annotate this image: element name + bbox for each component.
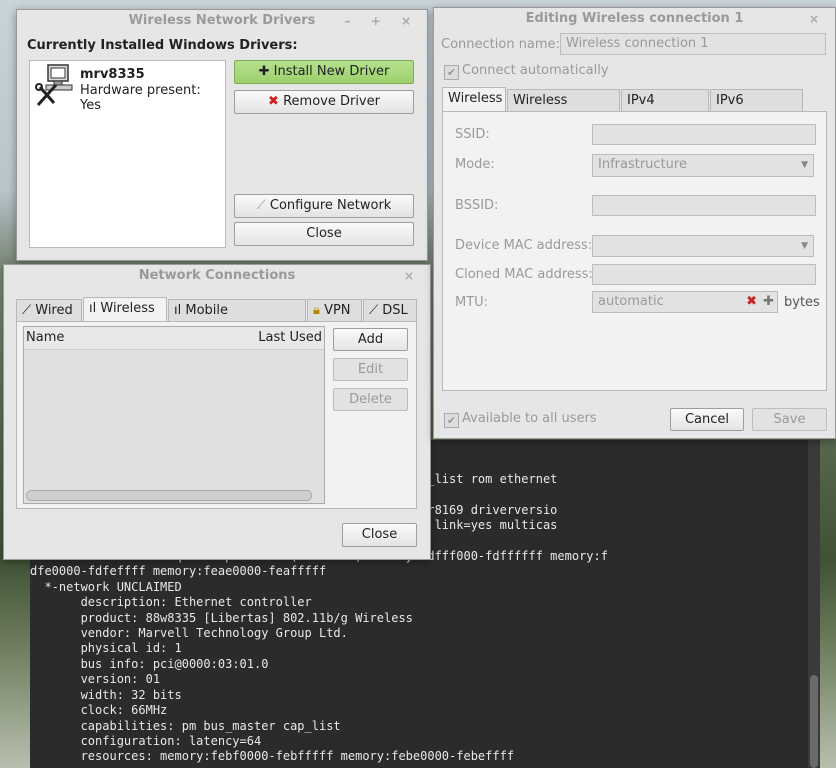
delete-connection-button[interactable]: Delete bbox=[333, 388, 408, 411]
install-driver-button[interactable]: ✚ Install New Driver bbox=[234, 60, 414, 84]
tab-ipv6-settings[interactable]: IPv6 Settings bbox=[710, 89, 803, 130]
mode-label: Mode: bbox=[455, 157, 495, 172]
remove-driver-label: Remove Driver bbox=[283, 94, 380, 109]
bssid-input[interactable] bbox=[592, 195, 816, 216]
chevron-down-icon: ▼ bbox=[801, 241, 808, 251]
tab-wireless-security[interactable]: Wireless Security bbox=[507, 89, 620, 130]
driver-name: mrv8335 bbox=[80, 67, 145, 82]
add-connection-button[interactable]: Add bbox=[333, 328, 408, 351]
available-all-users-checkbox[interactable]: ✔ bbox=[444, 413, 459, 428]
available-all-users-label: Available to all users bbox=[462, 411, 597, 426]
increment-plus-icon[interactable]: ✚ bbox=[763, 292, 774, 312]
mode-select[interactable]: Infrastructure ▼ bbox=[592, 154, 814, 177]
edit-titlebar[interactable]: Editing Wireless connection 1 × bbox=[434, 8, 835, 30]
window-controls[interactable]: – + × bbox=[345, 10, 419, 32]
driver-status: Hardware present: Yes bbox=[80, 83, 201, 113]
device-mac-select[interactable]: ▼ bbox=[592, 235, 814, 257]
configure-network-label: Configure Network bbox=[269, 198, 392, 213]
connect-automatically-label: Connect automatically bbox=[462, 63, 609, 78]
connection-name-input[interactable]: Wireless connection 1 bbox=[560, 33, 826, 55]
mode-select-value: Infrastructure bbox=[598, 157, 687, 172]
connections-titlebar[interactable]: Network Connections × bbox=[4, 265, 430, 287]
tab-vpn-label: VPN bbox=[324, 303, 351, 318]
network-connections-window: Network Connections × ⟋ Wired ıl Wireles… bbox=[3, 264, 431, 560]
install-driver-label: Install New Driver bbox=[273, 64, 390, 79]
mtu-unit-label: bytes bbox=[784, 295, 820, 310]
connections-tabbar: ⟋ Wired ıl Wireless ıl Mobile Broadband … bbox=[16, 297, 418, 340]
mtu-spinbutton[interactable]: automatic ✖ ✚ bbox=[592, 291, 778, 313]
wireless-signal-icon: ıl bbox=[89, 301, 97, 316]
cancel-button[interactable]: Cancel bbox=[670, 408, 744, 431]
tab-wired-label: Wired bbox=[35, 303, 73, 318]
remove-driver-button[interactable]: ✖ Remove Driver bbox=[234, 90, 414, 114]
dsl-plug-icon: ⟋ bbox=[369, 303, 379, 318]
cloned-mac-input[interactable] bbox=[592, 264, 816, 285]
clear-x-icon[interactable]: ✖ bbox=[746, 292, 757, 312]
terminal-scroll-thumb[interactable] bbox=[810, 675, 818, 768]
connections-close-control[interactable]: × bbox=[404, 265, 422, 287]
tab-vpn[interactable]: 🔒︎ VPN bbox=[307, 299, 362, 321]
edit-window-title: Editing Wireless connection 1 bbox=[525, 11, 744, 26]
drivers-window: Wireless Network Drivers – + × Currently… bbox=[16, 9, 428, 261]
broadband-signal-icon: ıl bbox=[174, 303, 182, 318]
edit-connection-window: Editing Wireless connection 1 × Connecti… bbox=[433, 7, 836, 439]
driver-hardware-icon bbox=[35, 64, 73, 107]
mtu-label: MTU: bbox=[455, 295, 489, 310]
drivers-close-button[interactable]: Close bbox=[234, 222, 414, 246]
drivers-window-title: Wireless Network Drivers bbox=[128, 13, 316, 28]
connect-automatically-checkbox[interactable]: ✔ bbox=[444, 65, 459, 80]
tab-dsl-label: DSL bbox=[382, 303, 408, 318]
connections-list[interactable]: Name Last Used bbox=[23, 326, 325, 504]
configure-icon: ⟋ bbox=[256, 198, 266, 213]
connections-window-title: Network Connections bbox=[138, 268, 296, 283]
driver-list-item[interactable]: mrv8335 Hardware present: Yes bbox=[30, 61, 225, 113]
mtu-value: automatic bbox=[598, 294, 664, 309]
tab-wireless[interactable]: ıl Wireless bbox=[83, 297, 167, 321]
ssid-label: SSID: bbox=[455, 127, 490, 142]
connection-name-label: Connection name: bbox=[441, 37, 560, 52]
drivers-heading: Currently Installed Windows Drivers: bbox=[27, 38, 298, 53]
tab-dsl[interactable]: ⟋ DSL bbox=[363, 299, 417, 321]
list-header: Name Last Used bbox=[24, 327, 324, 350]
connections-tab-panel: Name Last Used Add Edit Delete bbox=[16, 321, 417, 509]
ssid-input[interactable] bbox=[592, 124, 816, 145]
edit-close-control[interactable]: × bbox=[809, 8, 827, 30]
edit-connection-button[interactable]: Edit bbox=[333, 358, 408, 381]
bssid-label: BSSID: bbox=[455, 198, 499, 213]
terminal-scrollbar[interactable] bbox=[808, 440, 820, 768]
save-button[interactable]: Save bbox=[752, 408, 827, 431]
tab-wireless-label: Wireless bbox=[100, 301, 155, 316]
column-header-name[interactable]: Name bbox=[26, 330, 64, 345]
wired-plug-icon: ⟋ bbox=[22, 303, 32, 318]
device-mac-label: Device MAC address: bbox=[455, 238, 593, 253]
tab-mobile-broadband[interactable]: ıl Mobile Broadband bbox=[168, 299, 306, 340]
tab-ipv4-settings[interactable]: IPv4 Settings bbox=[621, 89, 709, 130]
drivers-titlebar[interactable]: Wireless Network Drivers – + × bbox=[17, 10, 427, 32]
column-header-last-used[interactable]: Last Used bbox=[258, 330, 322, 345]
edit-tabbar: Wireless Wireless Security IPv4 Settings… bbox=[442, 87, 828, 130]
drivers-list[interactable]: mrv8335 Hardware present: Yes bbox=[29, 60, 226, 248]
vpn-lock-icon: 🔒︎ bbox=[313, 303, 320, 318]
plus-icon: ✚ bbox=[258, 64, 270, 79]
list-horizontal-scrollbar[interactable] bbox=[26, 490, 312, 501]
remove-icon: ✖ bbox=[268, 94, 279, 109]
cloned-mac-label: Cloned MAC address: bbox=[455, 267, 593, 282]
configure-network-button[interactable]: ⟋ Configure Network bbox=[234, 194, 414, 218]
wireless-settings-panel: SSID: Mode: Infrastructure ▼ BSSID: Devi… bbox=[442, 111, 827, 391]
connections-close-button[interactable]: Close bbox=[342, 523, 417, 547]
tab-wireless-settings[interactable]: Wireless bbox=[442, 87, 506, 111]
tab-wired[interactable]: ⟋ Wired bbox=[16, 299, 82, 321]
chevron-down-icon: ▼ bbox=[801, 160, 808, 170]
